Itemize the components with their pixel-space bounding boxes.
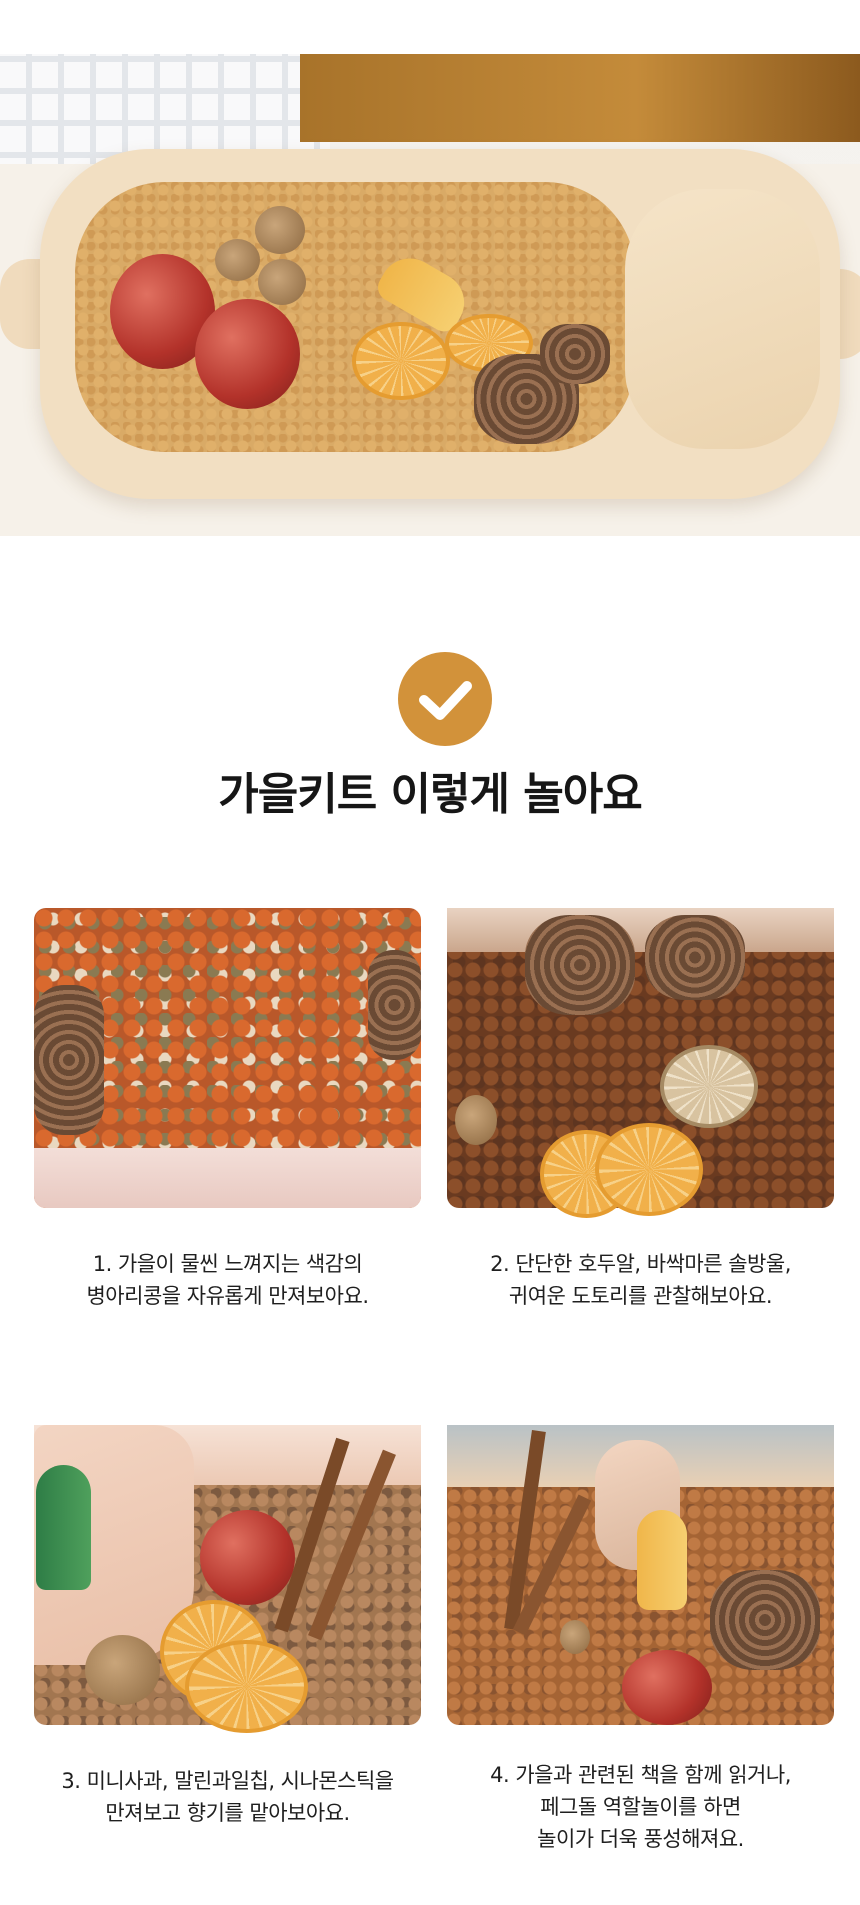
- peg-doll: [637, 1510, 687, 1610]
- step-3-caption: 3. 미니사과, 말린과일칩, 시나몬스틱을 만져보고 향기를 맡아보아요.: [34, 1765, 421, 1829]
- step-4-line-1: 4. 가을과 관련된 책을 함께 읽거나,: [490, 1763, 791, 1787]
- peg-doll: [36, 1465, 91, 1590]
- walnut: [215, 239, 260, 281]
- section-title: 가을키트 이렇게 놀아요: [218, 769, 642, 820]
- step-1-caption: 1. 가을이 물씬 느껴지는 색감의 병아리콩을 자유롭게 만져보아요.: [34, 1248, 421, 1312]
- pinecone: [645, 915, 745, 1000]
- acorn: [560, 1620, 590, 1654]
- dried-orange-slice: [352, 322, 450, 400]
- pinecone: [34, 985, 104, 1135]
- check-icon: [398, 652, 492, 746]
- wooden-table: [300, 54, 860, 142]
- pinecone: [710, 1570, 820, 1670]
- tray-rim: [34, 1148, 421, 1208]
- step-1-line-1: 1. 가을이 물씬 느껴지는 색감의: [92, 1252, 363, 1276]
- step-2-line-1: 2. 단단한 호두알, 바싹마른 솔방울,: [490, 1252, 791, 1276]
- dried-orange-slice: [660, 1045, 758, 1128]
- apple: [195, 299, 300, 409]
- mini-apple: [200, 1510, 295, 1605]
- dried-orange-slice: [185, 1640, 308, 1733]
- dried-orange-slice: [595, 1123, 703, 1216]
- step-3-line-1: 3. 미니사과, 말린과일칩, 시나몬스틱을: [61, 1769, 394, 1793]
- step-4-line-2: 페그돌 역할놀이를 하면: [540, 1795, 741, 1819]
- walnut: [258, 259, 306, 305]
- pinecone: [368, 950, 421, 1060]
- mini-apple: [622, 1650, 712, 1725]
- pinecone: [525, 915, 635, 1015]
- walnut: [85, 1635, 160, 1705]
- step-3-line-2: 만져보고 향기를 맡아보아요.: [105, 1801, 350, 1825]
- tray-rim: [447, 908, 834, 952]
- step-4-caption: 4. 가을과 관련된 책을 함께 읽거나, 페그돌 역할놀이를 하면 놀이가 더…: [447, 1759, 834, 1855]
- acorn: [455, 1095, 497, 1145]
- step-2-line-2: 귀여운 도토리를 관찰해보아요.: [508, 1284, 773, 1308]
- hero-photo: [0, 54, 860, 536]
- step-2-caption: 2. 단단한 호두알, 바싹마른 솔방울, 귀여운 도토리를 관찰해보아요.: [447, 1248, 834, 1312]
- step-4-line-3: 놀이가 더욱 풍성해져요.: [537, 1827, 744, 1851]
- step-1-line-2: 병아리콩을 자유롭게 만져보아요.: [86, 1284, 369, 1308]
- walnut: [255, 206, 305, 254]
- pinecone: [540, 324, 610, 384]
- tray-side-compartment: [625, 189, 820, 449]
